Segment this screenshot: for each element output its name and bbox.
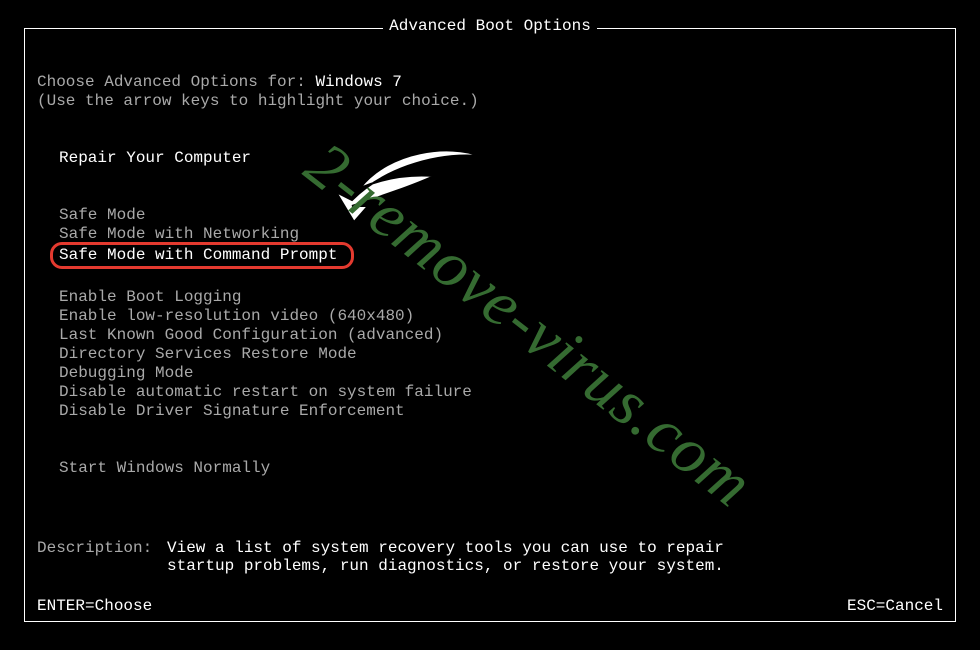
menu-item-start-normally[interactable]: Start Windows Normally xyxy=(59,459,270,478)
status-bar: ENTER=Choose ESC=Cancel xyxy=(37,597,943,615)
choose-os-line: Choose Advanced Options for: Windows 7 xyxy=(37,73,943,92)
os-name: Windows 7 xyxy=(315,73,401,91)
boot-menu: Repair Your Computer Safe Mode Safe Mode… xyxy=(59,149,943,478)
menu-item-safe-mode-command-prompt[interactable]: Safe Mode with Command Prompt xyxy=(50,242,354,269)
menu-item-directory-services-restore[interactable]: Directory Services Restore Mode xyxy=(59,345,357,364)
menu-item-debugging-mode[interactable]: Debugging Mode xyxy=(59,364,193,383)
menu-item-safe-mode[interactable]: Safe Mode xyxy=(59,206,145,225)
boot-options-frame: Advanced Boot Options Choose Advanced Op… xyxy=(24,28,956,622)
menu-item-enable-boot-logging[interactable]: Enable Boot Logging xyxy=(59,288,241,307)
description-text: View a list of system recovery tools you… xyxy=(167,539,727,575)
status-enter: ENTER=Choose xyxy=(37,597,152,615)
page-title: Advanced Boot Options xyxy=(383,17,597,35)
hint-line: (Use the arrow keys to highlight your ch… xyxy=(37,92,943,111)
choose-label: Choose Advanced Options for: xyxy=(37,73,306,91)
status-esc: ESC=Cancel xyxy=(847,597,943,615)
menu-item-disable-auto-restart[interactable]: Disable automatic restart on system fail… xyxy=(59,383,472,402)
menu-item-disable-driver-sig[interactable]: Disable Driver Signature Enforcement xyxy=(59,402,405,421)
menu-item-repair-your-computer[interactable]: Repair Your Computer xyxy=(59,149,251,168)
menu-item-low-res-video[interactable]: Enable low-resolution video (640x480) xyxy=(59,307,414,326)
description-block: Description: View a list of system recov… xyxy=(37,539,727,575)
menu-item-last-known-good[interactable]: Last Known Good Configuration (advanced) xyxy=(59,326,443,345)
title-bar: Advanced Boot Options xyxy=(25,17,955,35)
description-label: Description: xyxy=(37,539,167,575)
